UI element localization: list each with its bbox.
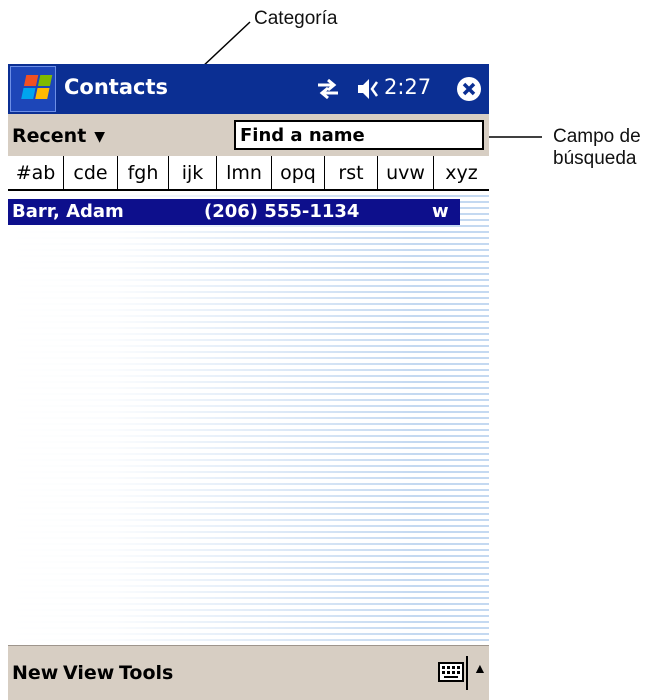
tab-ab[interactable]: #ab [8,156,64,189]
keyboard-icon[interactable] [438,661,464,688]
search-input[interactable] [234,120,484,150]
menu-view[interactable]: View [63,662,114,684]
contact-phone-type: w [432,201,449,222]
sync-icon[interactable] [315,77,341,106]
pocketpc-screen: Contacts 2:27 Recent ▼ #ab [8,64,489,700]
windows-start-icon[interactable] [10,66,56,112]
tab-cde[interactable]: cde [64,156,118,189]
tab-xyz[interactable]: xyz [434,156,489,189]
alphabet-tabs: #ab cde fgh ijk lmn opq rst uvw xyz [8,156,489,191]
category-label: Recent [12,125,87,147]
menu-new[interactable]: New [12,662,58,684]
contact-list[interactable]: Barr, Adam (206) 555-1134 w [8,191,489,645]
sip-divider [466,656,468,690]
title-bar: Contacts 2:27 [8,64,489,114]
category-bar: Recent ▼ [8,114,489,156]
chevron-up-icon[interactable]: ▲ [473,660,487,676]
category-dropdown[interactable]: Recent ▼ [12,125,105,147]
tab-ijk[interactable]: ijk [169,156,217,189]
menu-tools[interactable]: Tools [119,662,173,684]
speaker-icon[interactable] [356,76,382,107]
search-callout-label: Campo de búsqueda [553,126,641,170]
search-callout-line1: Campo de [553,126,641,147]
contact-phone: (206) 555-1134 [204,201,360,222]
search-callout-line2: búsqueda [553,148,637,169]
contact-row[interactable]: Barr, Adam (206) 555-1134 w [8,199,460,225]
tab-opq[interactable]: opq [272,156,325,189]
tab-rst[interactable]: rst [325,156,378,189]
contact-name: Barr, Adam [12,201,124,222]
tab-fgh[interactable]: fgh [118,156,169,189]
category-callout-label: Categoría [254,8,338,29]
chevron-down-icon: ▼ [94,129,106,145]
tab-lmn[interactable]: lmn [217,156,272,189]
menu-bar: New View Tools ▲ [8,645,489,700]
clock[interactable]: 2:27 [384,75,431,99]
close-icon[interactable] [456,76,482,107]
app-title: Contacts [64,75,168,99]
tab-uvw[interactable]: uvw [378,156,434,189]
